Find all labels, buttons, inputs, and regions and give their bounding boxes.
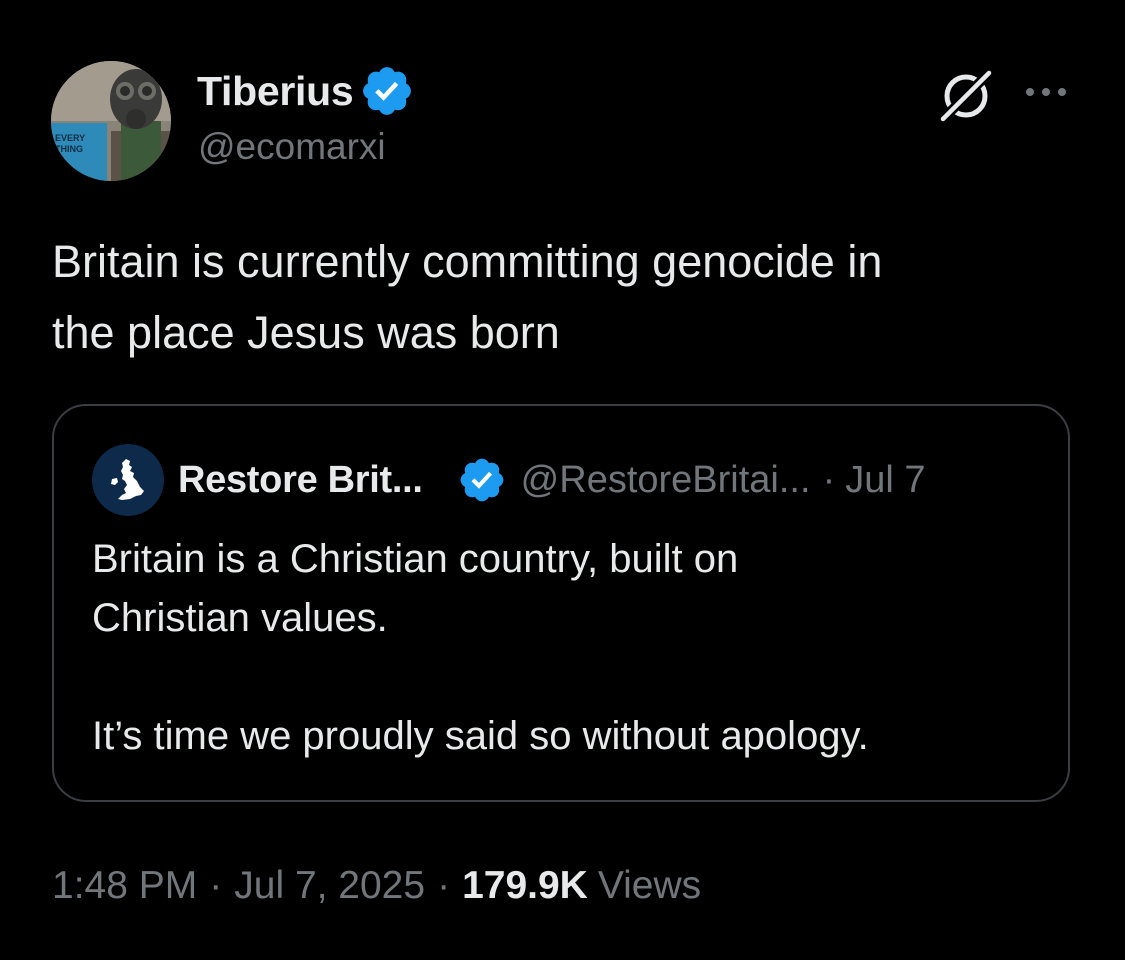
quoted-tweet-card[interactable]: Restore Brit... @RestoreBritai... · Jul … (52, 404, 1070, 802)
tweet-text: Britain is currently committing genocide… (52, 236, 883, 358)
meta-separator: · (437, 864, 451, 907)
tweet-meta: 1:48 PM · Jul 7, 2025 · 179.9K Views (52, 860, 701, 912)
quoted-header-separator: · (822, 458, 836, 501)
tweet-time[interactable]: 1:48 PM (52, 864, 197, 908)
uk-map-icon (111, 459, 144, 500)
more-options-icon[interactable] (1022, 80, 1070, 104)
views-count[interactable]: 179.9K (462, 864, 588, 908)
tweet-date[interactable]: Jul 7, 2025 (234, 864, 425, 908)
views-label: Views (597, 864, 702, 907)
avatar-book-text-3: KED (55, 167, 75, 177)
quoted-author-avatar[interactable] (92, 444, 164, 516)
author-handle[interactable]: @ecomarxi (198, 126, 386, 168)
quoted-author-display-name[interactable]: Restore Brit... (178, 459, 423, 502)
quoted-author-handle[interactable]: @RestoreBritai... (521, 459, 811, 502)
author-avatar[interactable]: EVERY THING KED (51, 61, 171, 181)
meta-separator: · (209, 864, 223, 907)
quoted-tweet-date[interactable]: Jul 7 (845, 459, 925, 502)
tweet: EVERY THING KED Tiberius @ecomarxi Brita… (0, 0, 1125, 960)
avatar-image: EVERY THING KED (51, 61, 171, 181)
quoted-tweet-header: Restore Brit... @RestoreBritai... · Jul … (92, 444, 1038, 516)
author-display-name[interactable]: Tiberius (197, 68, 354, 115)
quoted-verified-badge-icon (460, 458, 504, 502)
grok-icon[interactable] (935, 65, 997, 127)
avatar-book-text-1: EVERY (55, 133, 85, 143)
verified-badge-icon[interactable] (359, 63, 415, 119)
quoted-tweet-text: Britain is a Christian country, built on… (92, 537, 869, 758)
author-name-row: Tiberius (197, 66, 415, 116)
avatar-book-text-2: THING (55, 144, 83, 154)
